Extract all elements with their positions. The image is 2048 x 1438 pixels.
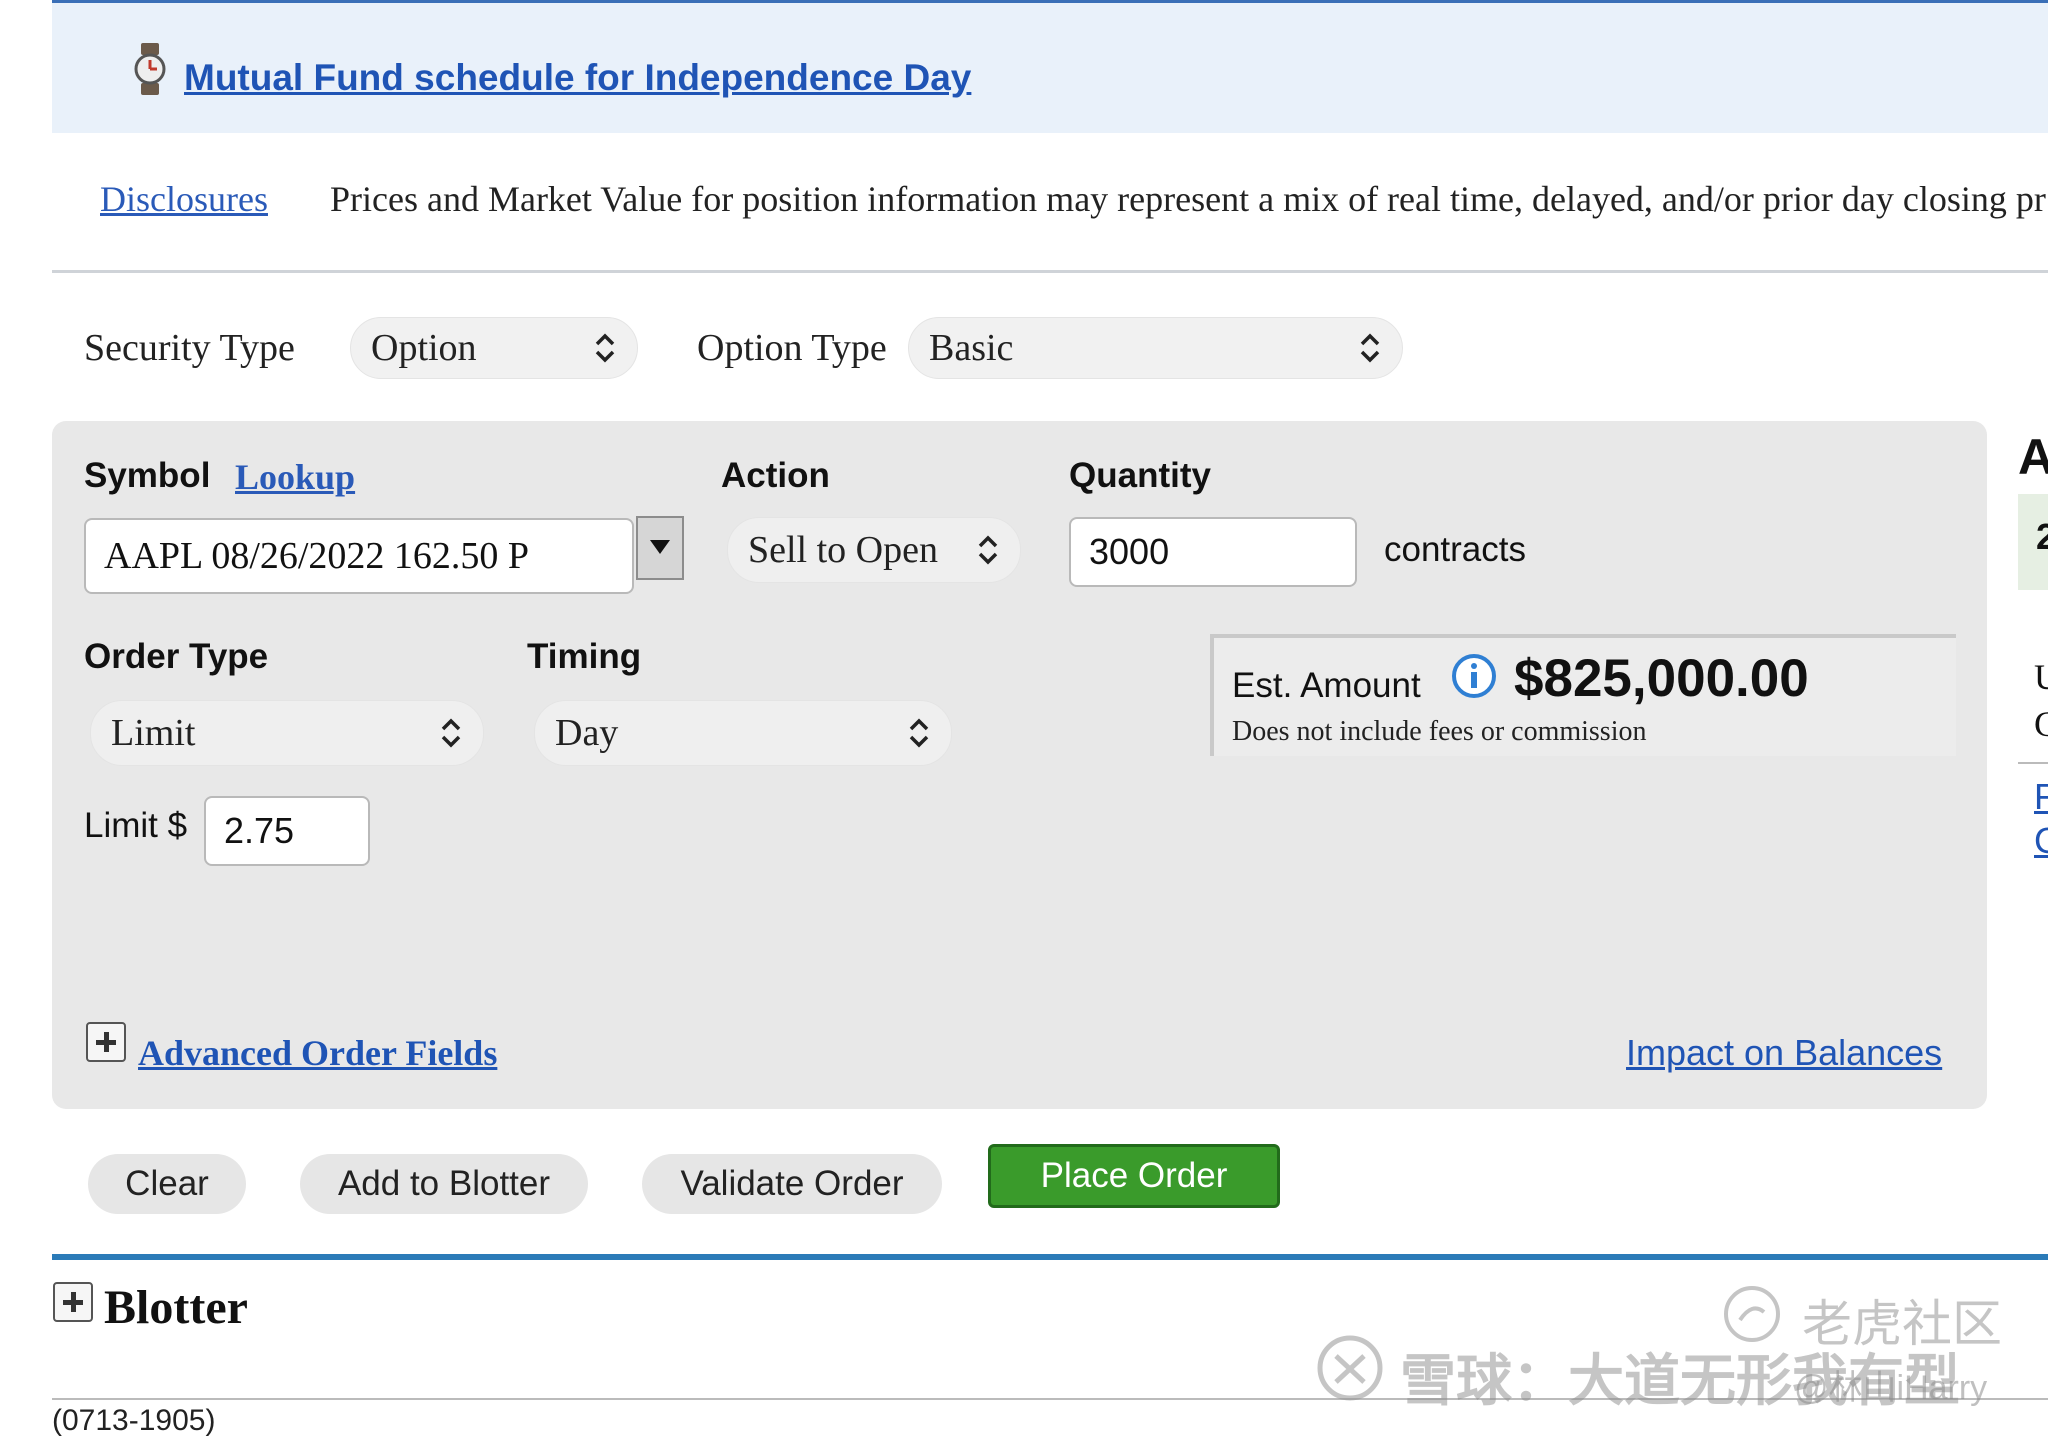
action-select[interactable]: Sell to Open xyxy=(727,517,1021,583)
mutual-fund-schedule-link[interactable]: Mutual Fund schedule for Independence Da… xyxy=(184,57,971,99)
symbol-dropdown-button[interactable] xyxy=(636,516,684,580)
security-type-select[interactable]: Option xyxy=(350,317,638,379)
symbol-label: Symbol xyxy=(84,456,211,495)
right-column-box: 2 xyxy=(2018,494,2048,590)
updown-chevron-icon xyxy=(909,718,929,748)
quantity-input[interactable]: 3000 xyxy=(1069,517,1357,587)
blotter-title: Blotter xyxy=(104,1281,248,1334)
disclosures-link[interactable]: Disclosures xyxy=(100,178,268,220)
watermark-text: @林山iHarry xyxy=(1794,1369,1988,1407)
symbol-value: AAPL 08/26/2022 162.50 P xyxy=(104,535,530,577)
quantity-label: Quantity xyxy=(1069,456,1211,495)
right-column-line: U xyxy=(2034,657,2048,697)
right-column-heading: A xyxy=(2018,429,2048,485)
est-amount-label: Est. Amount xyxy=(1232,666,1421,705)
option-type-value: Basic xyxy=(929,327,1014,369)
validate-order-button[interactable]: Validate Order xyxy=(642,1154,942,1214)
expand-plus-icon[interactable] xyxy=(86,1022,126,1062)
est-amount-value: $825,000.00 xyxy=(1514,649,1809,708)
section-divider xyxy=(52,1254,2048,1260)
limit-price-label: Limit $ xyxy=(84,806,188,845)
advanced-order-fields-link[interactable]: Advanced Order Fields xyxy=(138,1032,497,1074)
announcement-banner: Mutual Fund schedule for Independence Da… xyxy=(52,0,2048,133)
updown-chevron-icon xyxy=(441,718,461,748)
order-type-value: Limit xyxy=(111,712,196,754)
order-type-label: Order Type xyxy=(84,637,269,676)
timing-select[interactable]: Day xyxy=(534,700,952,766)
estimated-amount-box: Est. Amount $825,000.00 Does not include… xyxy=(1210,634,1956,756)
right-column-line: C xyxy=(2034,704,2048,744)
caret-down-icon xyxy=(650,540,670,554)
timing-label: Timing xyxy=(527,637,642,676)
est-amount-note: Does not include fees or commission xyxy=(1232,716,1647,747)
right-column-link[interactable]: F xyxy=(2034,776,2048,818)
quantity-unit: contracts xyxy=(1384,530,1526,569)
place-order-button[interactable]: Place Order xyxy=(988,1144,1280,1208)
symbol-input[interactable]: AAPL 08/26/2022 162.50 P xyxy=(84,518,634,594)
expand-plus-icon[interactable] xyxy=(53,1282,93,1322)
updown-chevron-icon xyxy=(595,333,615,363)
security-type-label: Security Type xyxy=(84,327,295,369)
order-type-select[interactable]: Limit xyxy=(90,700,484,766)
limit-price-input[interactable]: 2.75 xyxy=(204,796,370,866)
watch-icon xyxy=(134,43,166,95)
quantity-value: 3000 xyxy=(1089,531,1170,572)
action-label: Action xyxy=(721,456,830,495)
info-icon[interactable] xyxy=(1450,652,1498,700)
add-to-blotter-button[interactable]: Add to Blotter xyxy=(300,1154,588,1214)
updown-chevron-icon xyxy=(1360,333,1380,363)
option-type-select[interactable]: Basic xyxy=(908,317,1403,379)
clear-button[interactable]: Clear xyxy=(88,1154,246,1214)
action-value: Sell to Open xyxy=(748,529,938,571)
limit-price-value: 2.75 xyxy=(224,810,295,851)
security-type-value: Option xyxy=(371,327,477,369)
disclosure-text: Prices and Market Value for position inf… xyxy=(330,179,2046,219)
divider xyxy=(2018,762,2048,764)
page-code: (0713-1905) xyxy=(52,1404,216,1437)
lookup-link[interactable]: Lookup xyxy=(235,456,355,498)
updown-chevron-icon xyxy=(978,535,998,565)
right-column-link[interactable]: C xyxy=(2034,820,2048,862)
watermark-logo-icon xyxy=(1317,1335,1383,1401)
divider xyxy=(52,270,2048,273)
right-column-box-text: 2 xyxy=(2036,516,2048,557)
option-type-label: Option Type xyxy=(697,327,887,369)
impact-on-balances-link[interactable]: Impact on Balances xyxy=(1626,1032,1942,1074)
timing-value: Day xyxy=(555,712,619,754)
